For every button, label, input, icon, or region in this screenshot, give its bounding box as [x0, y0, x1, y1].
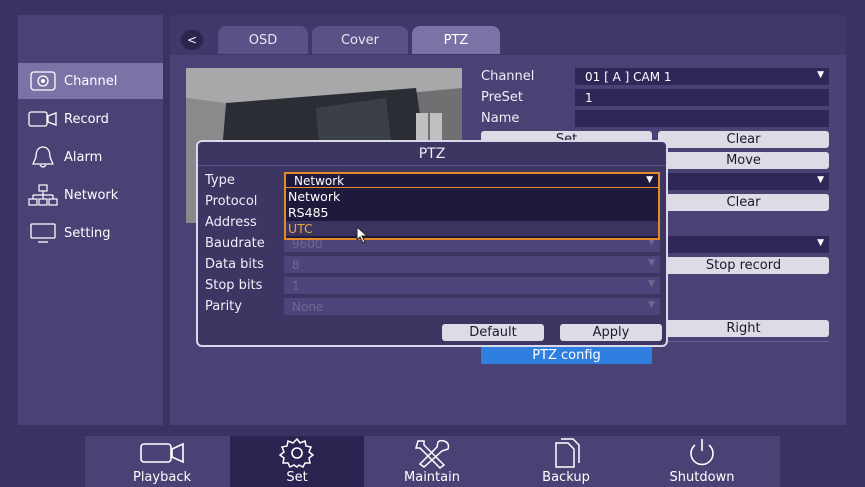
ptz-dialog: PTZ Type Network ▼ Protocol Address Baud…	[196, 140, 668, 347]
ptz-config-label: PTZ config	[532, 348, 601, 363]
track-select[interactable]: ▼	[658, 236, 829, 253]
chevron-down-icon: ▼	[817, 70, 824, 80]
sidebar-item-label: Alarm	[64, 149, 103, 165]
dropdown-option-network[interactable]: Network	[286, 189, 658, 204]
bottom-item-label: Playback	[132, 470, 191, 485]
chevron-left-icon: <	[186, 33, 198, 47]
parity-value: None	[292, 299, 324, 314]
protocol-label: Protocol	[205, 194, 258, 209]
chevron-down-icon: ▼	[648, 279, 655, 289]
sidebar-item-network[interactable]: Network	[18, 177, 163, 213]
type-label: Type	[205, 173, 235, 188]
bottom-item-playback[interactable]: Playback	[98, 436, 226, 487]
parity-label: Parity	[205, 299, 242, 314]
tools-icon	[410, 436, 454, 470]
clear-label: Clear	[726, 195, 761, 210]
sidebar-item-record[interactable]: Record	[18, 101, 163, 137]
bottom-item-maintain[interactable]: Maintain	[368, 436, 496, 487]
sidebar: Channel Record Alarm Network Setting	[18, 15, 163, 425]
cruise-select[interactable]: ▼	[658, 173, 829, 190]
type-select[interactable]: Network ▼	[284, 172, 660, 189]
chevron-down-icon: ▼	[648, 300, 655, 310]
databits-label: Data bits	[205, 257, 264, 272]
power-icon	[682, 436, 722, 470]
name-input[interactable]	[575, 110, 829, 127]
clear-button[interactable]: Clear	[658, 131, 829, 148]
databits-select: 8 ▼	[284, 256, 660, 273]
type-value: Network	[294, 173, 345, 188]
tab-label: OSD	[248, 32, 278, 48]
baudrate-label: Baudrate	[205, 236, 265, 251]
tab-osd[interactable]: OSD	[218, 26, 308, 54]
channel-label: Channel	[481, 69, 535, 84]
clear-label: Clear	[726, 132, 761, 147]
stopbits-select: 1 ▼	[284, 277, 660, 294]
sidebar-item-label: Network	[64, 187, 119, 203]
video-camera-icon	[28, 107, 58, 131]
chevron-down-icon: ▼	[646, 175, 653, 185]
sidebar-item-alarm[interactable]: Alarm	[18, 139, 163, 175]
name-label: Name	[481, 111, 520, 126]
back-button[interactable]: <	[181, 30, 203, 50]
sidebar-item-channel[interactable]: Channel	[18, 63, 163, 99]
preset-input[interactable]: 1	[575, 89, 829, 106]
tab-label: PTZ	[443, 32, 469, 48]
sidebar-item-label: Record	[64, 111, 109, 127]
mouse-cursor-icon	[356, 225, 370, 244]
backup-icon	[546, 436, 586, 470]
clear-button-2[interactable]: Clear	[658, 194, 829, 211]
right-button[interactable]: Right	[658, 320, 829, 337]
default-button[interactable]: Default	[442, 324, 544, 341]
default-label: Default	[469, 325, 517, 340]
apply-label: Apply	[592, 325, 630, 340]
camera-icon	[28, 69, 58, 93]
parity-select: None ▼	[284, 298, 660, 315]
chevron-down-icon: ▼	[817, 238, 824, 248]
network-icon	[28, 183, 58, 207]
stop-record-button[interactable]: Stop record	[658, 257, 829, 274]
channel-value: 01 [ A ] CAM 1	[585, 69, 672, 84]
playback-icon	[137, 436, 187, 470]
bottom-item-label: Backup	[542, 470, 590, 485]
bell-icon	[28, 145, 58, 169]
dropdown-option-rs485[interactable]: RS485	[286, 205, 658, 220]
stop-record-label: Stop record	[705, 258, 782, 273]
right-label: Right	[726, 321, 761, 336]
move-label: Move	[726, 153, 761, 168]
ptz-config-button[interactable]: PTZ config	[481, 347, 652, 364]
databits-value: 8	[292, 257, 300, 272]
bottom-item-shutdown[interactable]: Shutdown	[638, 436, 766, 487]
dialog-title: PTZ	[198, 142, 666, 166]
stopbits-label: Stop bits	[205, 278, 263, 293]
tab-cover[interactable]: Cover	[312, 26, 408, 54]
bottom-item-backup[interactable]: Backup	[502, 436, 630, 487]
channel-select[interactable]: 01 [ A ] CAM 1 ▼	[575, 68, 829, 85]
apply-button[interactable]: Apply	[560, 324, 662, 341]
tab-label: Cover	[340, 32, 380, 48]
type-dropdown-list: Network RS485 UTC	[284, 188, 660, 240]
address-label: Address	[205, 215, 257, 230]
dropdown-option-utc[interactable]: UTC	[286, 221, 658, 236]
sidebar-item-setting[interactable]: Setting	[18, 215, 163, 251]
chevron-down-icon: ▼	[817, 175, 824, 185]
gear-icon	[275, 436, 319, 470]
chevron-down-icon: ▼	[648, 258, 655, 268]
sidebar-item-label: Channel	[64, 73, 118, 89]
bottom-item-label: Set	[286, 470, 308, 485]
bottom-item-label: Shutdown	[669, 470, 735, 485]
sidebar-item-label: Setting	[64, 225, 111, 241]
preset-value: 1	[585, 90, 593, 105]
bottom-item-set[interactable]: Set	[230, 436, 364, 487]
tab-ptz[interactable]: PTZ	[412, 26, 500, 54]
preset-label: PreSet	[481, 90, 524, 105]
monitor-icon	[28, 221, 58, 245]
move-button[interactable]: Move	[658, 152, 829, 169]
bottom-item-label: Maintain	[404, 470, 460, 485]
stopbits-value: 1	[292, 278, 300, 293]
